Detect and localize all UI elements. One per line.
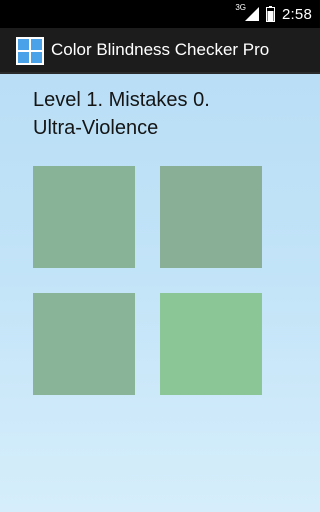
battery-icon [266, 6, 275, 22]
action-bar: Color Blindness Checker Pro [0, 28, 320, 74]
color-tile[interactable] [33, 293, 135, 395]
color-tile[interactable] [160, 293, 262, 395]
clock: 2:58 [282, 5, 312, 23]
status-icons: 3G 2:58 [235, 0, 312, 28]
color-tile[interactable] [160, 166, 262, 268]
network-type-label: 3G [235, 3, 246, 12]
level-info: Level 1. Mistakes 0. Ultra-Violence [33, 86, 303, 142]
difficulty-label: Ultra-Violence [33, 117, 159, 139]
signal-icon [245, 7, 259, 21]
game-screen: 3G 2:58 Color Blindness Checker Pro Leve… [0, 0, 320, 512]
level-status: Level 1. Mistakes 0. [33, 89, 210, 111]
status-bar: 3G 2:58 [0, 0, 320, 28]
color-tile[interactable] [33, 166, 135, 268]
app-title: Color Blindness Checker Pro [51, 40, 270, 59]
app-grid-icon[interactable] [16, 37, 44, 65]
